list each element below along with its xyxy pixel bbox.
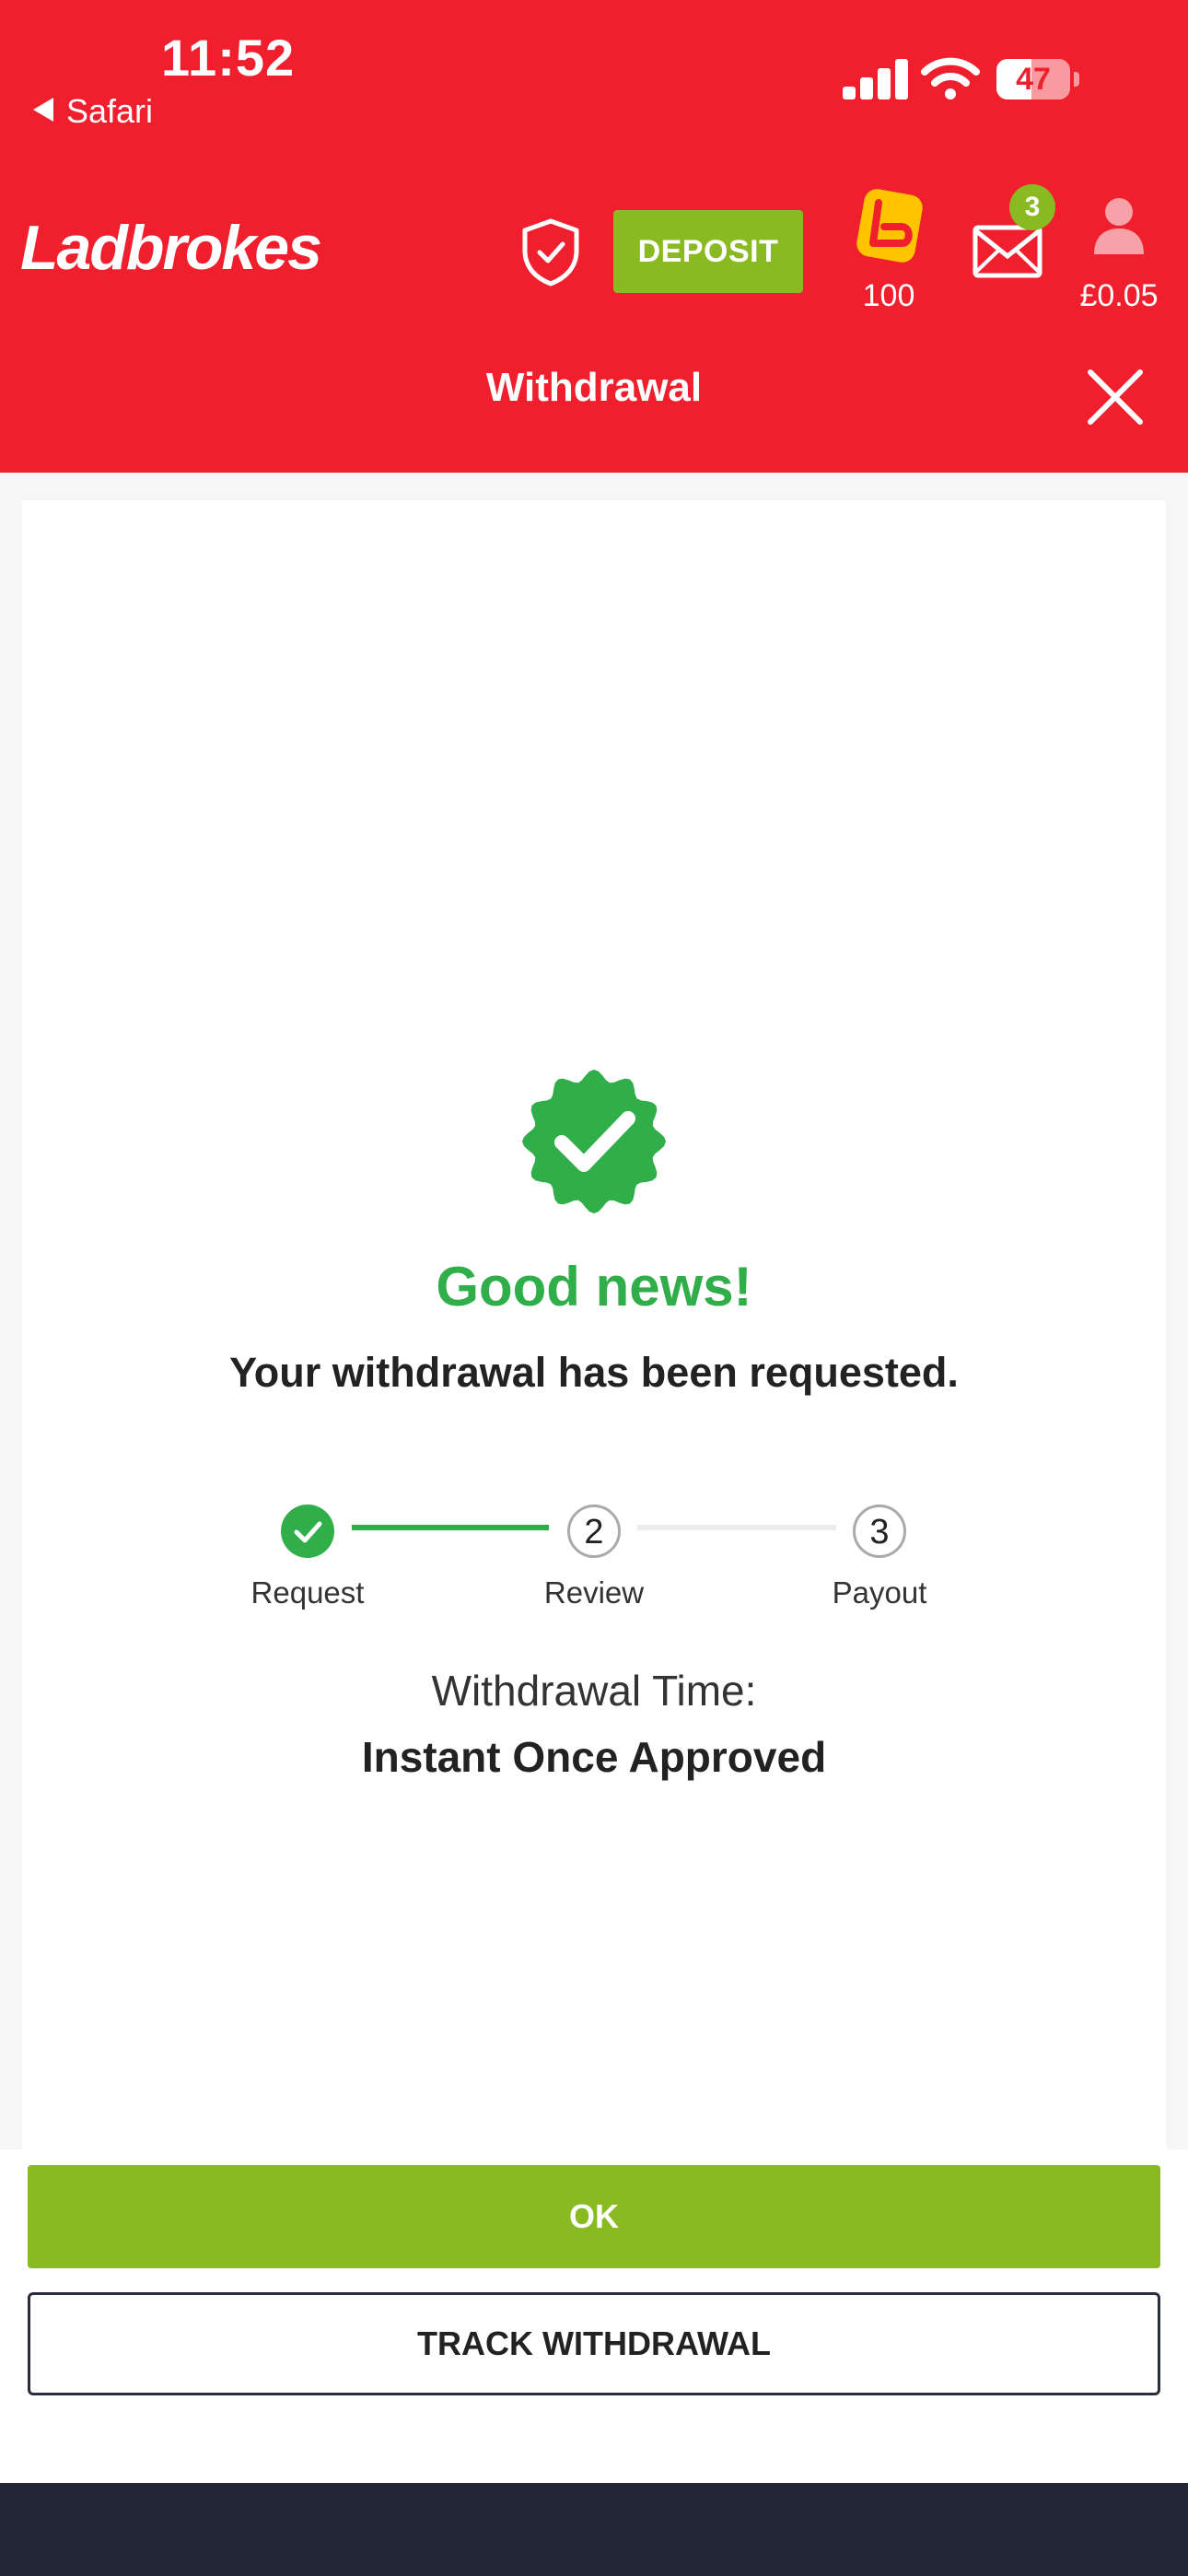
brand-logo[interactable]: Ladbrokes (20, 212, 322, 284)
back-to-safari[interactable]: Safari (33, 92, 153, 131)
progress-line-complete (352, 1525, 549, 1530)
battery-icon: 47 (996, 59, 1070, 100)
verified-badge-icon (522, 1070, 666, 1213)
step-label-request: Request (250, 1575, 365, 1610)
loyalty-icon[interactable] (853, 186, 926, 265)
progress-line-pending (637, 1525, 836, 1530)
withdrawal-time-value: Instant Once Approved (361, 1733, 827, 1781)
shield-check-icon[interactable] (519, 217, 582, 287)
page-title: Withdrawal (485, 365, 703, 410)
mail-icon[interactable] (973, 225, 1042, 278)
content-card (22, 500, 1166, 2149)
step-label-review: Review (543, 1575, 645, 1610)
messages-badge: 3 (1009, 184, 1055, 230)
ok-button[interactable]: OK (28, 2165, 1160, 2268)
step-review-number: 2 (567, 1505, 621, 1558)
battery-level: 47 (1016, 62, 1051, 97)
deposit-button[interactable]: DEPOSIT (613, 210, 803, 293)
wifi-icon (921, 57, 980, 100)
withdrawal-time-label: Withdrawal Time: (431, 1667, 757, 1715)
close-icon[interactable] (1083, 365, 1147, 429)
back-label: Safari (66, 92, 154, 130)
step-request-check-icon (281, 1505, 334, 1558)
success-message: Your withdrawal has been requested. (229, 1349, 959, 1396)
loyalty-points: 100 (862, 278, 915, 313)
step-label-payout: Payout (832, 1575, 927, 1610)
track-withdrawal-button[interactable]: TRACK WITHDRAWAL (28, 2292, 1160, 2395)
account-icon[interactable] (1092, 197, 1146, 256)
step-payout-number: 3 (853, 1505, 906, 1558)
battery-tip (1074, 72, 1079, 87)
bottom-bar (0, 2483, 1188, 2576)
back-arrow-icon (33, 98, 53, 123)
status-time: 11:52 (161, 29, 296, 87)
account-balance: £0.05 (1079, 278, 1159, 313)
cellular-signal-icon (843, 59, 908, 100)
success-headline: Good news! (436, 1256, 752, 1317)
